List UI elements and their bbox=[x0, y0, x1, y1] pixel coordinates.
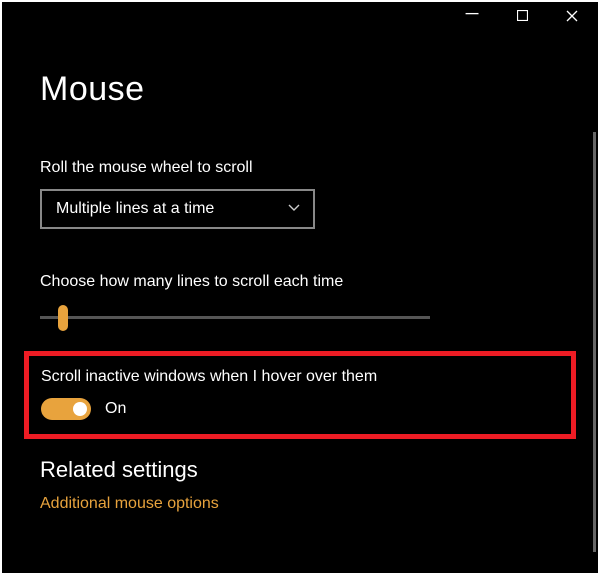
page-title: Mouse bbox=[40, 70, 568, 109]
inactive-windows-toggle[interactable] bbox=[41, 398, 91, 420]
additional-mouse-options-link[interactable]: Additional mouse options bbox=[40, 495, 568, 513]
titlebar: ─ bbox=[2, 2, 598, 32]
lines-scroll-label: Choose how many lines to scroll each tim… bbox=[40, 273, 568, 291]
related-settings-heading: Related settings bbox=[40, 457, 568, 483]
slider-track bbox=[40, 316, 430, 319]
scrollbar[interactable] bbox=[593, 132, 596, 552]
content-area: Mouse Roll the mouse wheel to scroll Mul… bbox=[2, 32, 598, 513]
maximize-icon bbox=[517, 10, 528, 24]
dropdown-value: Multiple lines at a time bbox=[56, 200, 214, 218]
settings-window: ─ Mouse Roll the mouse wheel to scroll M… bbox=[2, 2, 598, 573]
toggle-knob bbox=[73, 402, 87, 416]
inactive-windows-toggle-row: On bbox=[41, 398, 557, 420]
close-icon bbox=[566, 10, 578, 25]
chevron-down-icon bbox=[287, 200, 301, 219]
minimize-button[interactable]: ─ bbox=[458, 0, 486, 27]
inactive-windows-label: Scroll inactive windows when I hover ove… bbox=[41, 368, 557, 386]
lines-slider[interactable] bbox=[40, 303, 430, 333]
wheel-scroll-label: Roll the mouse wheel to scroll bbox=[40, 159, 568, 177]
close-button[interactable] bbox=[558, 3, 586, 31]
toggle-state-label: On bbox=[105, 400, 126, 418]
wheel-scroll-dropdown[interactable]: Multiple lines at a time bbox=[40, 189, 315, 229]
highlight-annotation: Scroll inactive windows when I hover ove… bbox=[24, 351, 576, 439]
maximize-button[interactable] bbox=[508, 3, 536, 31]
slider-thumb[interactable] bbox=[58, 305, 68, 331]
